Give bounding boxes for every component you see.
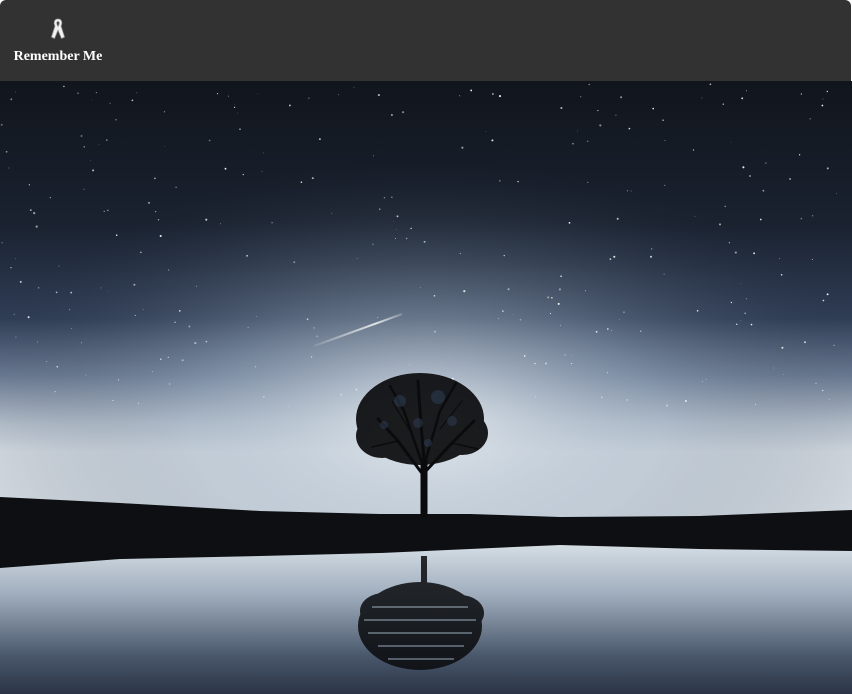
remember-me-button[interactable]: Remember Me [8,14,108,70]
toolbar: Remember Me [0,0,851,81]
wallpaper-image [0,81,852,694]
awareness-ribbon-icon [51,18,65,40]
app-window: Remember Me [0,0,852,694]
remember-me-label: Remember Me [13,49,103,64]
